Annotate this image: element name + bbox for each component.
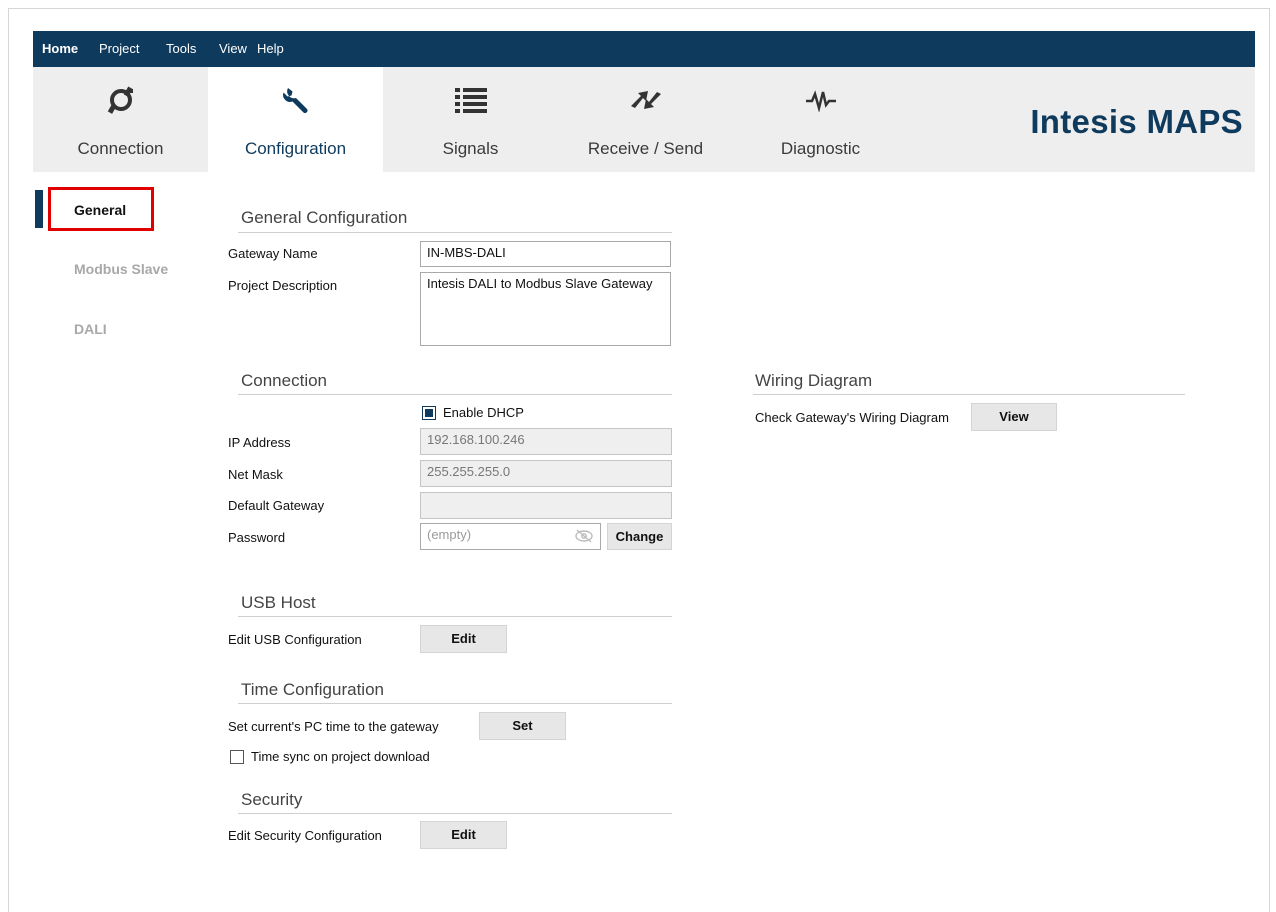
section-title-usb: USB Host <box>241 593 316 612</box>
time-sync-label: Time sync on project download <box>251 749 430 764</box>
menu-tools[interactable]: Tools <box>166 31 196 67</box>
gateway-name-field[interactable]: IN-MBS-DALI <box>420 241 671 267</box>
tab-receive-send-label: Receive / Send <box>587 139 704 158</box>
net-mask-label: Net Mask <box>228 467 283 482</box>
section-divider <box>238 394 672 395</box>
project-description-field[interactable]: Intesis DALI to Modbus Slave Gateway <box>420 272 671 346</box>
edit-security-button[interactable]: Edit <box>420 821 507 849</box>
pulse-icon <box>733 83 908 117</box>
ip-address-field[interactable]: 192.168.100.246 <box>420 428 672 455</box>
gateway-name-label: Gateway Name <box>228 246 318 261</box>
menu-help[interactable]: Help <box>257 31 284 67</box>
usb-config-label: Edit USB Configuration <box>228 632 362 647</box>
time-sync-checkbox[interactable] <box>230 750 244 764</box>
section-title-wiring: Wiring Diagram <box>755 371 873 390</box>
section-title-security: Security <box>241 790 303 809</box>
net-mask-field[interactable]: 255.255.255.0 <box>420 460 672 487</box>
tab-configuration[interactable]: Configuration <box>208 67 383 172</box>
ip-address-label: IP Address <box>228 435 291 450</box>
tab-configuration-label: Configuration <box>244 139 347 158</box>
project-description-label: Project Description <box>228 278 338 293</box>
menu-view[interactable]: View <box>219 31 247 67</box>
change-password-button[interactable]: Change <box>607 523 672 550</box>
dhcp-checkbox[interactable] <box>422 406 436 420</box>
eye-hidden-icon[interactable] <box>574 528 594 549</box>
set-time-label: Set current's PC time to the gateway <box>228 719 439 734</box>
tab-receive-send[interactable]: Receive / Send <box>558 67 733 172</box>
list-icon <box>383 83 558 117</box>
section-divider <box>238 232 672 233</box>
set-time-button[interactable]: Set <box>479 712 566 740</box>
section-divider <box>238 813 672 814</box>
tab-connection-label: Connection <box>77 139 164 158</box>
menu-home[interactable]: Home <box>42 31 78 67</box>
sidebar-item-modbus-slave[interactable]: Modbus Slave <box>74 261 168 277</box>
section-divider <box>238 616 672 617</box>
edit-usb-button[interactable]: Edit <box>420 625 507 653</box>
plug-icon <box>33 83 208 117</box>
section-divider <box>753 394 1185 395</box>
sidebar-item-general[interactable]: General <box>74 202 126 218</box>
sidebar-item-dali[interactable]: DALI <box>74 321 107 337</box>
section-divider <box>238 703 672 704</box>
default-gateway-label: Default Gateway <box>228 498 325 513</box>
menu-bar: Home Project Tools View Help <box>33 31 1255 67</box>
section-title-time: Time Configuration <box>241 680 384 699</box>
view-wiring-button[interactable]: View <box>971 403 1057 431</box>
password-label: Password <box>228 530 286 545</box>
section-title-general: General Configuration <box>241 208 408 227</box>
default-gateway-field[interactable] <box>420 492 672 519</box>
security-config-label: Edit Security Configuration <box>228 828 382 843</box>
toolbar: Connection Configuration Signals Receive… <box>33 67 1255 172</box>
section-title-connection: Connection <box>241 371 328 390</box>
tab-signals[interactable]: Signals <box>383 67 558 172</box>
menu-project[interactable]: Project <box>99 31 139 67</box>
tab-connection[interactable]: Connection <box>33 67 208 172</box>
sidebar-active-indicator <box>35 190 43 228</box>
tab-diagnostic[interactable]: Diagnostic <box>733 67 908 172</box>
transfer-icon <box>558 83 733 117</box>
dhcp-label: Enable DHCP <box>443 405 524 420</box>
wiring-diagram-label: Check Gateway's Wiring Diagram <box>755 410 949 425</box>
tab-diagnostic-label: Diagnostic <box>780 139 861 158</box>
tab-signals-label: Signals <box>442 139 499 158</box>
brand-logo: Intesis MAPS <box>1030 103 1243 140</box>
wrench-icon <box>208 83 383 117</box>
